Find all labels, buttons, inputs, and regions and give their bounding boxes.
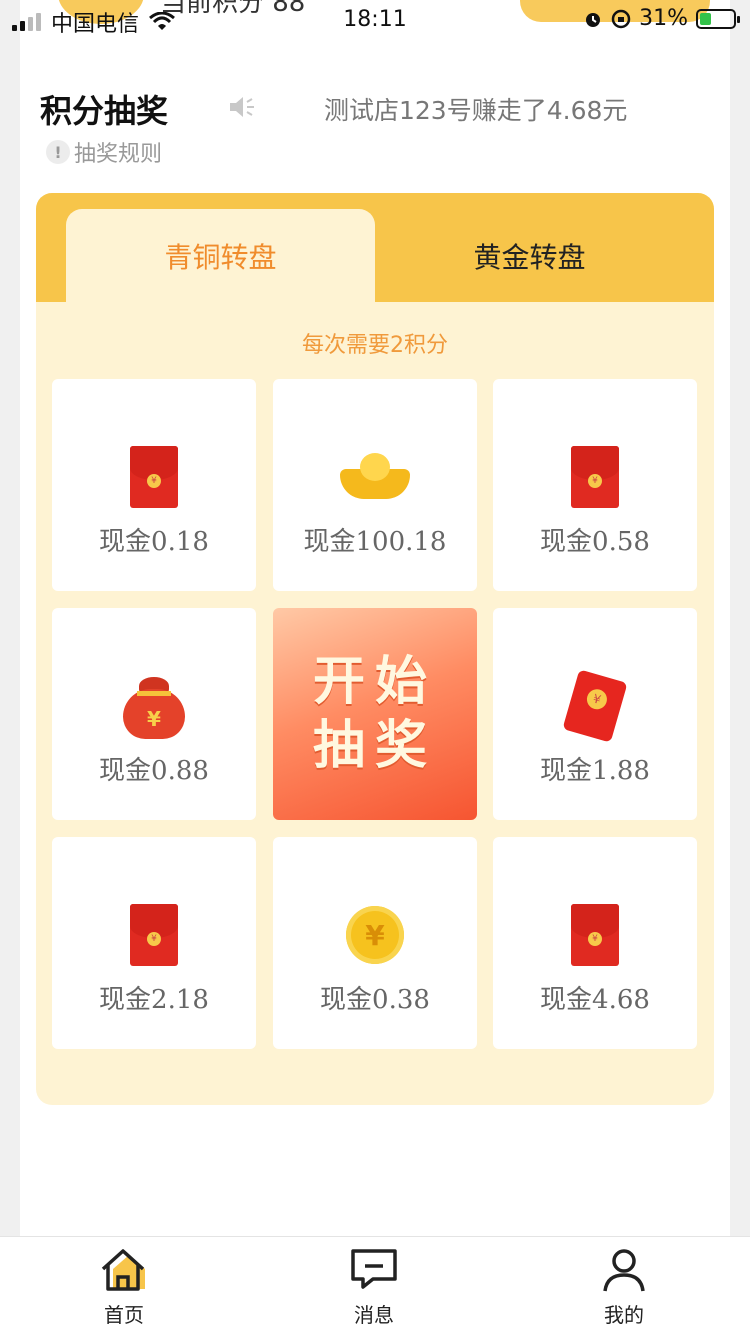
red-envelope-icon: ¥ xyxy=(130,904,178,966)
prize-label: 现金0.38 xyxy=(320,985,430,1015)
tab-gold-wheel[interactable]: 黄金转盘 xyxy=(375,209,684,302)
prize-cell: ¥ 现金0.18 xyxy=(52,379,256,591)
prize-cell: ¥ 现金1.88 xyxy=(493,608,697,820)
prize-label: 现金4.68 xyxy=(540,985,650,1015)
battery-icon xyxy=(696,8,740,29)
gold-ingot-icon xyxy=(340,453,410,501)
status-bar: 中国电信 18:11 31% xyxy=(0,0,750,40)
tabbar-profile[interactable]: 我的 xyxy=(564,1247,684,1328)
alarm-icon xyxy=(586,12,601,27)
speaker-icon xyxy=(230,97,254,117)
rules-label: 抽奖规则 xyxy=(74,142,163,167)
bottom-tab-bar: 首页 消息 我的 xyxy=(0,1236,750,1334)
prize-label: 现金1.88 xyxy=(540,756,650,786)
prize-cell: ¥ 现金0.88 xyxy=(52,608,256,820)
prize-label: 现金0.18 xyxy=(99,527,209,557)
cost-per-draw: 每次需要2积分 xyxy=(302,333,448,358)
tabbar-messages-label: 消息 xyxy=(354,1303,394,1327)
prize-cell: ¥ 现金2.18 xyxy=(52,837,256,1049)
prize-label: 现金0.88 xyxy=(99,756,209,786)
start-button-line1: 开始 xyxy=(312,652,437,712)
red-envelope-icon: ¥ xyxy=(571,446,619,508)
red-envelope-icon: ¥ xyxy=(130,446,178,508)
rules-link[interactable]: ! 抽奖规则 xyxy=(46,136,162,168)
tilted-red-envelope-icon: ¥ xyxy=(562,669,628,743)
page-title: 积分抽奖 xyxy=(40,92,169,130)
prize-cell: ¥ 现金0.38 xyxy=(273,837,477,1049)
tabbar-home-label: 首页 xyxy=(104,1303,144,1327)
prize-cell: 现金100.18 xyxy=(273,379,477,591)
message-icon xyxy=(351,1249,397,1289)
prize-cell: ¥ 现金0.58 xyxy=(493,379,697,591)
lottery-card: 青铜转盘 黄金转盘 每次需要2积分 ¥ 现金0.18 现金100.18 ¥ 现金… xyxy=(36,193,714,1105)
winner-ticker: 测试店123号赚走了4.68元 xyxy=(324,96,628,125)
tabbar-messages[interactable]: 消息 xyxy=(314,1247,434,1328)
battery-percent: 31% xyxy=(639,6,688,31)
money-bag-icon: ¥ xyxy=(123,673,185,739)
wheel-tabs: 青铜转盘 黄金转盘 xyxy=(36,193,714,302)
tabbar-profile-label: 我的 xyxy=(604,1303,644,1327)
prize-label: 现金100.18 xyxy=(303,527,447,557)
info-icon: ! xyxy=(46,140,70,164)
home-icon xyxy=(101,1249,145,1291)
red-envelope-icon: ¥ xyxy=(571,904,619,966)
start-draw-button[interactable]: 开始 抽奖 xyxy=(273,608,477,820)
start-button-line2: 抽奖 xyxy=(312,716,437,776)
tabbar-home[interactable]: 首页 xyxy=(64,1247,184,1328)
prize-cell: ¥ 现金4.68 xyxy=(493,837,697,1049)
gold-coin-icon: ¥ xyxy=(346,906,404,964)
user-icon xyxy=(603,1249,645,1292)
prize-label: 现金2.18 xyxy=(99,985,209,1015)
tab-bronze-wheel[interactable]: 青铜转盘 xyxy=(66,209,375,302)
orientation-lock-icon xyxy=(611,9,631,28)
prize-label: 现金0.58 xyxy=(540,527,650,557)
